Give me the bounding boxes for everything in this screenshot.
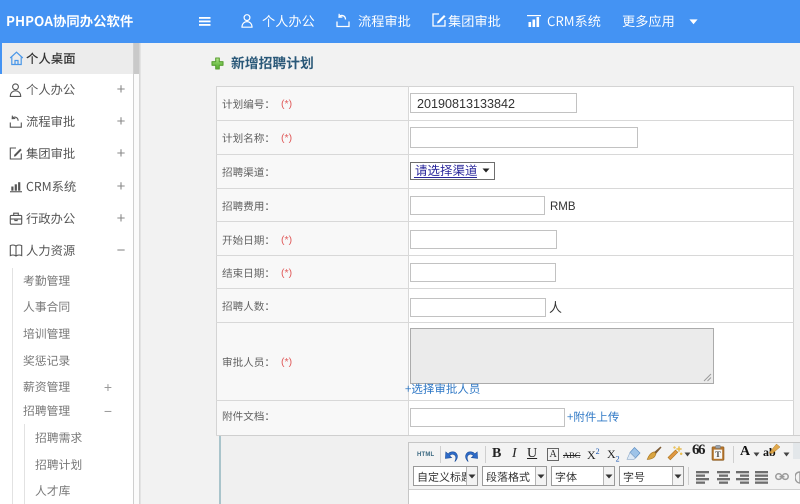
svg-text:T: T [715, 449, 721, 459]
